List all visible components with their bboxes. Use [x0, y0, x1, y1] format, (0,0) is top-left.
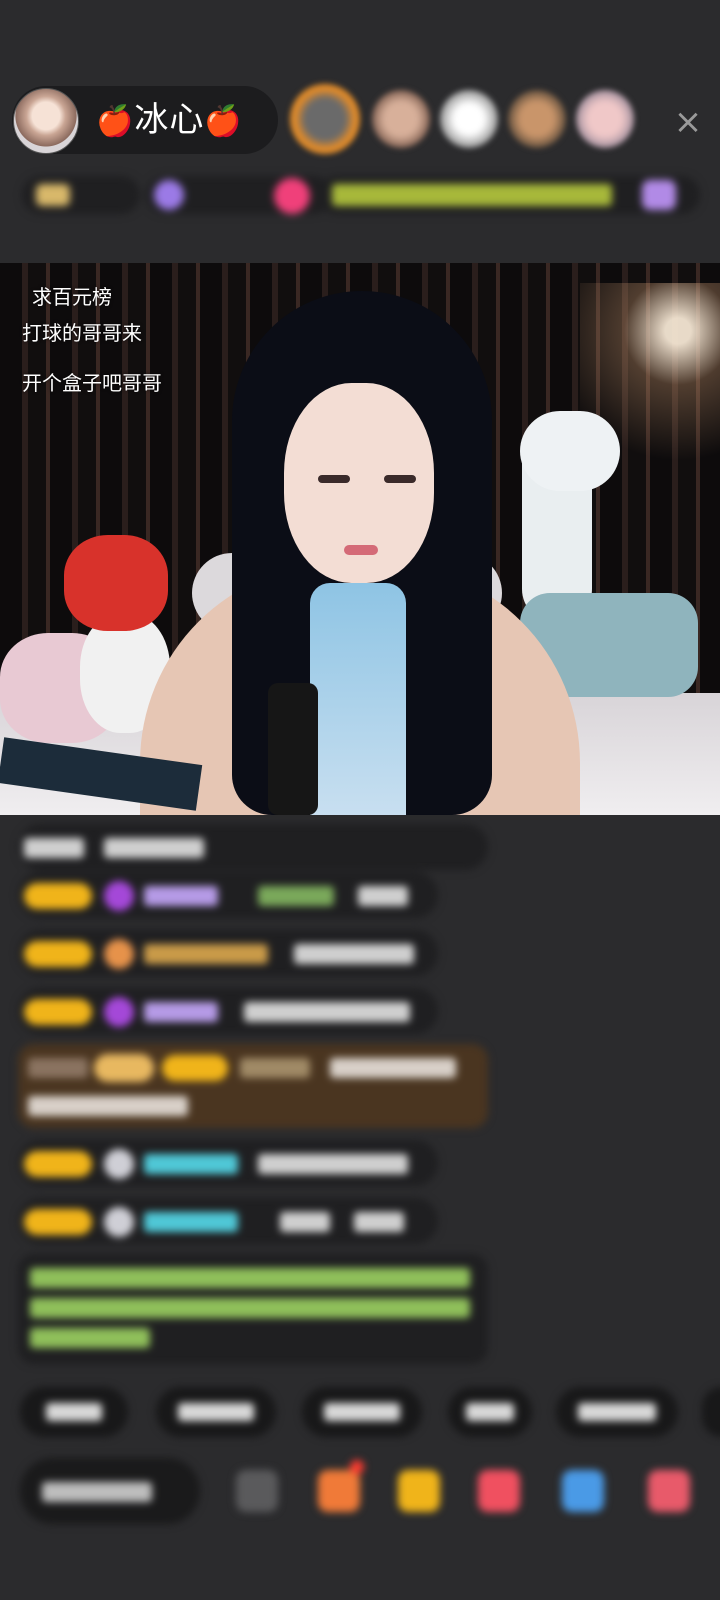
chat-message[interactable]	[18, 988, 438, 1034]
viewer-avatar-icon[interactable]	[576, 90, 634, 148]
quick-reply-button[interactable]	[448, 1387, 532, 1437]
chat-message[interactable]	[18, 1140, 438, 1186]
gift-icon[interactable]	[478, 1470, 520, 1512]
plush-toy-head	[64, 535, 168, 631]
quick-reply-text	[46, 1403, 102, 1421]
chat-input-placeholder	[42, 1482, 152, 1502]
chat-message[interactable]	[18, 1198, 438, 1244]
streamer-eye	[318, 475, 350, 483]
chat-nickname[interactable]	[144, 1212, 238, 1232]
gem-icon	[104, 1207, 134, 1237]
chat-text	[258, 1154, 408, 1174]
chat-text	[244, 1002, 410, 1022]
fan-badge	[24, 883, 92, 909]
lamp-glow	[580, 283, 720, 523]
share-icon[interactable]	[562, 1470, 604, 1512]
chat-message[interactable]	[18, 872, 438, 918]
host-name-text: 冰心	[134, 100, 205, 140]
chat-text	[104, 838, 204, 858]
viewer-avatar-icon[interactable]	[290, 84, 360, 154]
quick-reply-button[interactable]	[302, 1387, 422, 1437]
gem-icon	[104, 939, 134, 969]
host-avatar-icon[interactable]	[13, 88, 79, 154]
heart-icon[interactable]	[274, 178, 310, 214]
quick-reply-text	[178, 1403, 254, 1421]
overlay-line: 求百元榜	[32, 285, 112, 309]
chat-message[interactable]	[18, 824, 488, 870]
streamer-eye	[384, 475, 416, 483]
fan-badge	[24, 1209, 92, 1235]
activity-text	[332, 184, 612, 206]
quick-reply-button[interactable]	[556, 1387, 678, 1437]
chat-nickname[interactable]	[144, 1154, 238, 1174]
chat-text	[354, 1212, 404, 1232]
gem-icon	[154, 180, 184, 210]
chat-text	[24, 838, 84, 858]
streamer-dress	[310, 583, 406, 815]
chat-input[interactable]	[20, 1458, 200, 1524]
notice-text	[30, 1268, 470, 1288]
viewer-avatar-icon[interactable]	[440, 90, 498, 148]
chat-nickname[interactable]	[144, 1002, 218, 1022]
gem-icon	[104, 997, 134, 1027]
gift-icon[interactable]	[318, 1470, 360, 1512]
level-icon	[36, 184, 70, 206]
chat-text	[28, 1058, 88, 1078]
host-name[interactable]: 🍎冰心🍎	[96, 100, 243, 140]
emoji-icon[interactable]	[236, 1470, 278, 1512]
quick-reply-text	[466, 1403, 514, 1421]
overlay-line: 打球的哥哥来	[22, 321, 142, 345]
chat-nickname[interactable]	[144, 886, 218, 906]
room-info-row[interactable]	[22, 172, 702, 218]
fan-badge	[24, 1151, 92, 1177]
overlay-line: 开个盒子吧哥哥	[22, 371, 162, 395]
apple-right-emoji: 🍎	[204, 104, 243, 139]
system-notice	[18, 1254, 488, 1364]
chat-nickname[interactable]	[144, 944, 268, 964]
more-icon[interactable]	[648, 1470, 690, 1512]
fan-badge	[162, 1055, 228, 1081]
chat-text	[28, 1096, 188, 1116]
viewer-avatar-icon[interactable]	[372, 90, 430, 148]
quick-reply-row[interactable]	[20, 1387, 720, 1437]
apple-left-emoji: 🍎	[96, 104, 135, 139]
fan-badge	[24, 999, 92, 1025]
gem-icon	[104, 1149, 134, 1179]
notice-text	[30, 1298, 470, 1318]
notification-dot	[350, 1460, 364, 1474]
quick-reply-text	[324, 1403, 400, 1421]
alpaca-head	[520, 411, 620, 491]
live-video[interactable]: 求百元榜 打球的哥哥来 开个盒子吧哥哥	[0, 263, 720, 815]
quick-reply-button[interactable]	[156, 1387, 276, 1437]
microphone	[268, 683, 318, 815]
chat-nickname[interactable]	[258, 886, 334, 906]
gift-icon[interactable]	[642, 180, 676, 210]
fan-badge	[24, 941, 92, 967]
chat-nickname[interactable]	[240, 1058, 310, 1078]
viewer-avatar-icon[interactable]	[508, 90, 566, 148]
close-icon[interactable]: ×	[668, 102, 708, 142]
quick-reply-button[interactable]	[20, 1387, 128, 1437]
gift-message[interactable]	[18, 1044, 488, 1128]
gem-icon	[104, 881, 134, 911]
notice-text	[30, 1328, 150, 1348]
chat-message[interactable]	[18, 930, 438, 976]
quick-reply-text	[578, 1403, 656, 1421]
chat-text	[294, 944, 414, 964]
quick-reply-button[interactable]	[702, 1387, 720, 1437]
chat-text	[358, 886, 408, 906]
bottom-toolbar[interactable]	[20, 1458, 720, 1526]
chat-text	[280, 1212, 330, 1232]
chat-text	[330, 1058, 456, 1078]
streamer-lips	[344, 545, 378, 555]
gift-icon[interactable]	[398, 1470, 440, 1512]
level-badge	[94, 1054, 154, 1082]
